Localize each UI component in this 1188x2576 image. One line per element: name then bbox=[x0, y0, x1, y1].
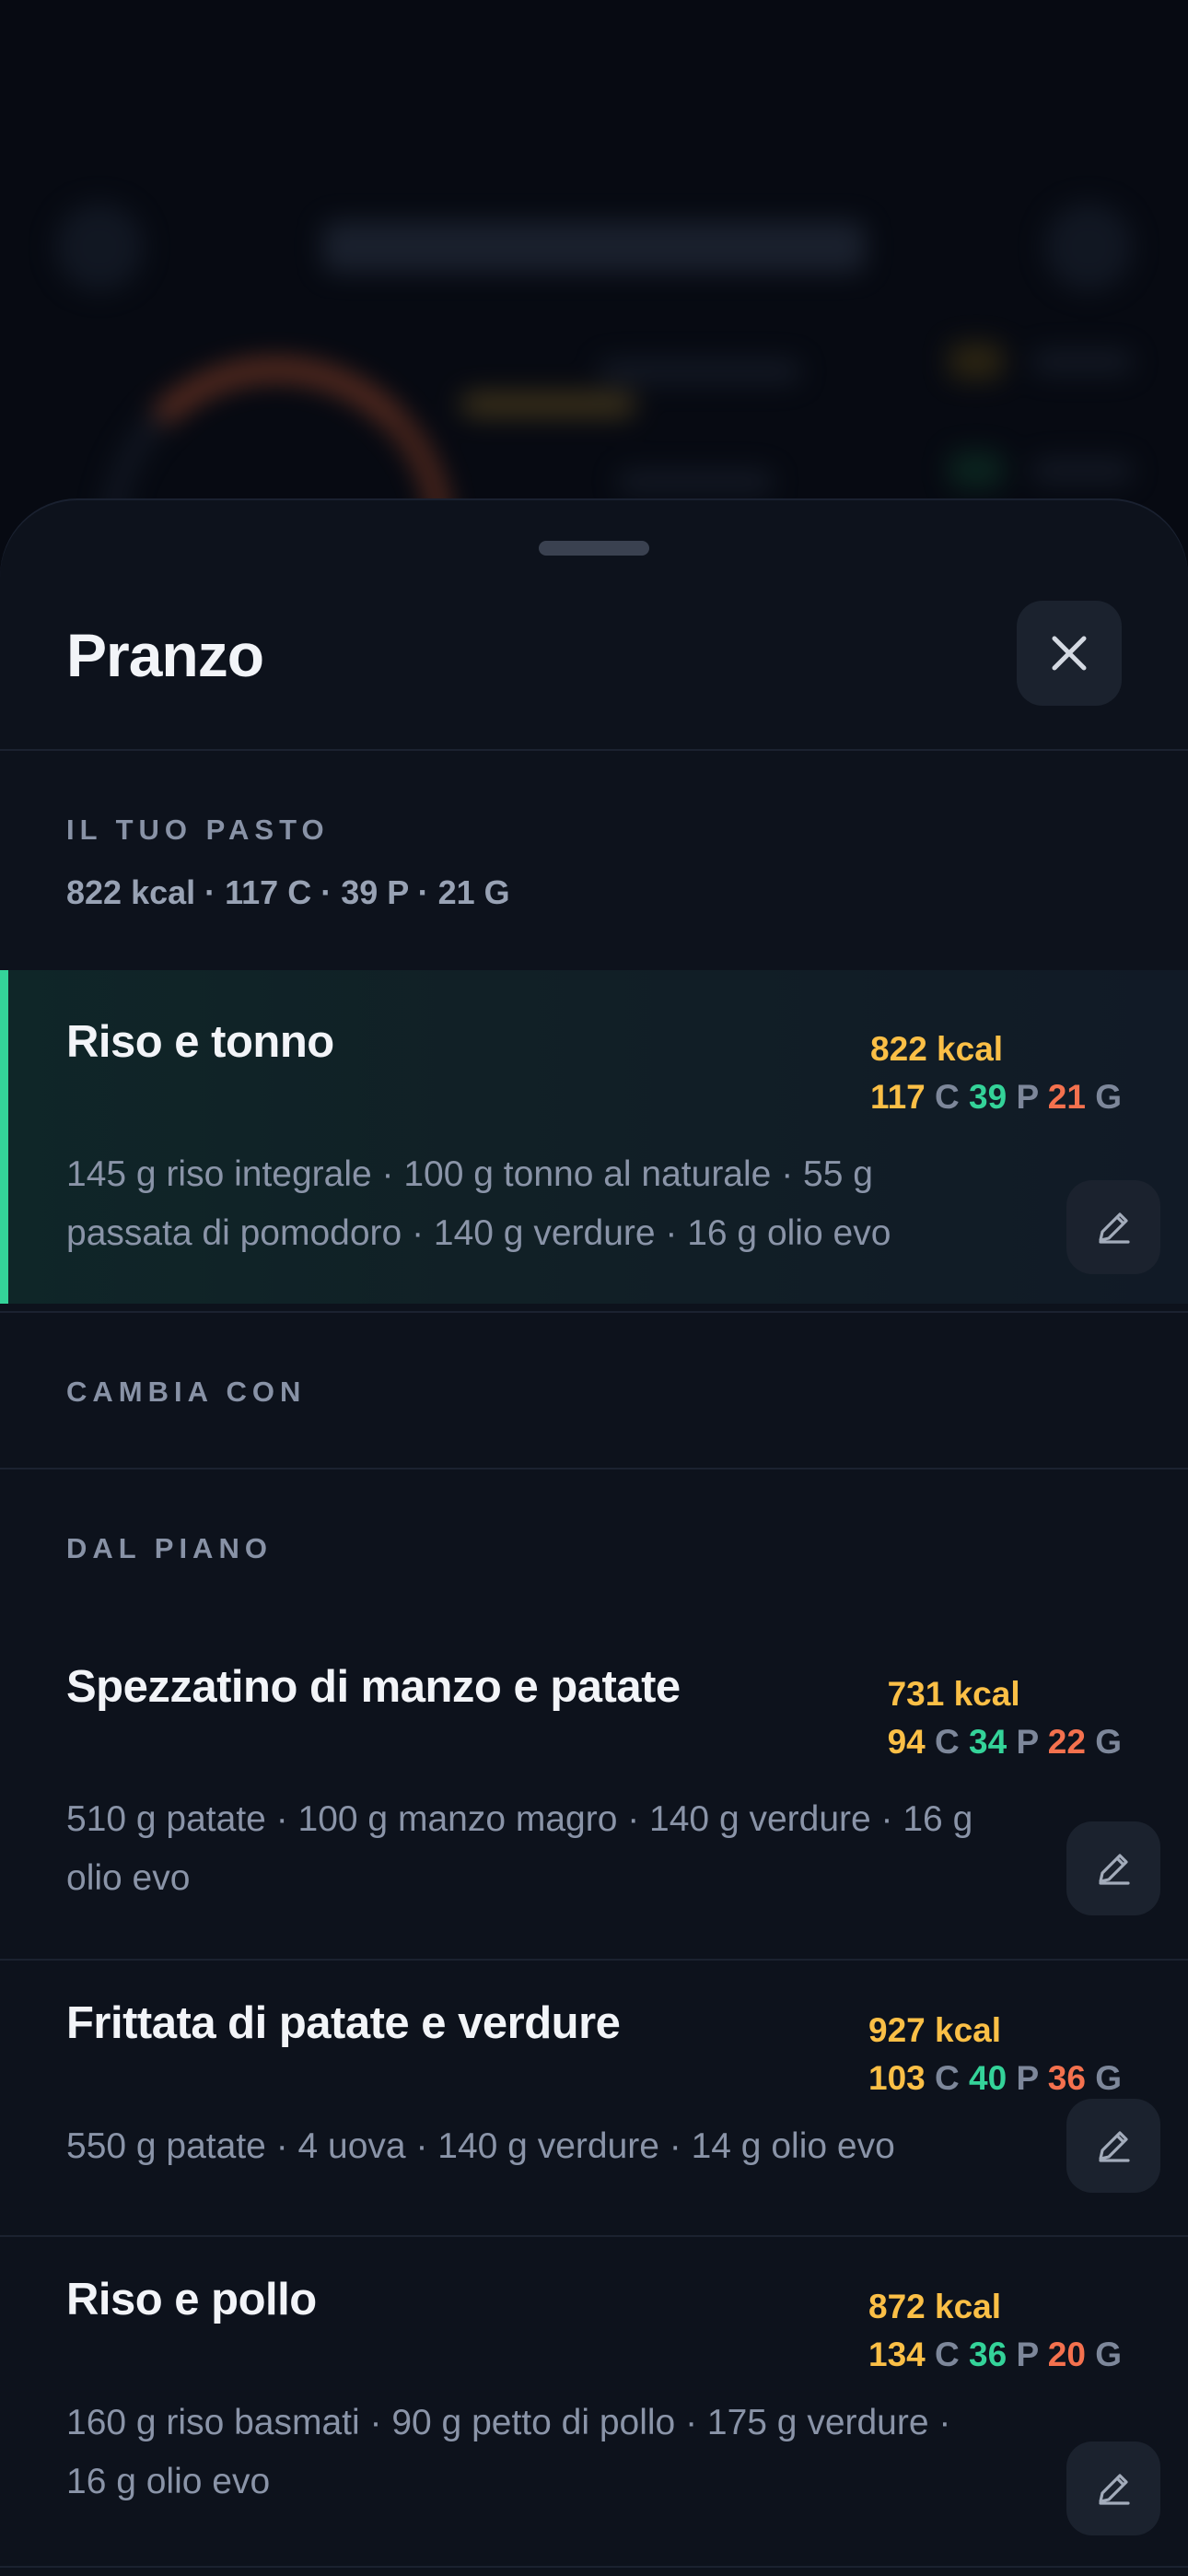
protein-unit: P bbox=[1016, 1078, 1039, 1116]
meal-swap-sheet: Pranzo IL TUO PASTO 822 kcal · 117 C · 3… bbox=[0, 500, 1188, 2576]
background-date-title bbox=[322, 221, 866, 273]
divider bbox=[0, 1468, 1188, 1469]
meal-name: Spezzatino di manzo e patate bbox=[66, 1662, 681, 1712]
carbs-unit: C bbox=[935, 2336, 960, 2373]
section-label-current: IL TUO PASTO bbox=[66, 814, 330, 846]
protein-value: 36 bbox=[969, 2336, 1007, 2373]
background-chip bbox=[949, 451, 1004, 488]
current-meal-summary: 822 kcal · 117 C · 39 P · 21 G bbox=[66, 873, 510, 911]
sheet-grabber[interactable] bbox=[539, 541, 649, 556]
carbs-value: 134 bbox=[868, 2336, 926, 2373]
pencil-icon bbox=[1099, 1854, 1130, 1885]
meal-kcal: 872 kcal bbox=[868, 2288, 1002, 2325]
meal-macros: 927 kcal 103 C 40 P 36 G bbox=[868, 2007, 1122, 2102]
divider bbox=[0, 749, 1188, 751]
meal-description: 510 g patate · 100 g manzo magro · 140 g… bbox=[66, 1799, 973, 1898]
fat-value: 36 bbox=[1047, 2059, 1086, 2097]
section-label-swap: CAMBIA CON bbox=[66, 1376, 307, 1408]
meal-description: 550 g patate · 4 uova · 140 g verdure · … bbox=[66, 2126, 895, 2166]
background-bar bbox=[1031, 459, 1133, 483]
meal-macros: 872 kcal 134 C 36 P 20 G bbox=[868, 2283, 1122, 2379]
carbs-value: 94 bbox=[887, 1723, 926, 1761]
close-icon bbox=[1052, 636, 1087, 671]
edit-meal-button[interactable] bbox=[1066, 1821, 1160, 1915]
carbs-unit: C bbox=[935, 2059, 960, 2097]
meal-kcal: 927 kcal bbox=[868, 2011, 1002, 2049]
edit-meal-button[interactable] bbox=[1066, 2099, 1160, 2193]
background-bar bbox=[599, 359, 801, 383]
carbs-unit: C bbox=[935, 1723, 960, 1761]
fat-unit: G bbox=[1095, 2059, 1122, 2097]
edit-meal-button[interactable] bbox=[1066, 2441, 1160, 2535]
close-button[interactable] bbox=[1017, 601, 1122, 706]
meal-description: 145 g riso integrale · 100 g tonno al na… bbox=[66, 1154, 891, 1253]
meal-name: Riso e pollo bbox=[66, 2275, 317, 2324]
fat-value: 21 bbox=[1047, 1078, 1086, 1116]
background-back-button bbox=[55, 203, 144, 291]
alternative-meal-card[interactable]: Spezzatino di manzo e patate 731 kcal 94… bbox=[0, 1624, 1188, 1961]
carbs-unit: C bbox=[935, 1078, 960, 1116]
background-bar bbox=[460, 392, 635, 416]
sheet-title: Pranzo bbox=[66, 621, 264, 689]
background-chip bbox=[949, 343, 1004, 380]
meal-kcal: 822 kcal bbox=[870, 1030, 1004, 1068]
pencil-icon bbox=[1099, 2131, 1130, 2162]
fat-value: 22 bbox=[1047, 1723, 1086, 1761]
meal-kcal: 731 kcal bbox=[887, 1675, 1020, 1713]
meal-name: Riso e tonno bbox=[66, 1017, 334, 1067]
protein-value: 39 bbox=[969, 1078, 1007, 1116]
carbs-value: 103 bbox=[868, 2059, 926, 2097]
meal-macros: 822 kcal 117 C 39 P 21 G bbox=[870, 1025, 1122, 1121]
meal-description: 160 g riso basmati · 90 g petto di pollo… bbox=[66, 2403, 951, 2501]
background-bar bbox=[1031, 350, 1133, 374]
meal-macros: 731 kcal 94 C 34 P 22 G bbox=[888, 1670, 1122, 1766]
alternative-meal-card[interactable]: Riso e pollo 872 kcal 134 C 36 P 20 G 16… bbox=[0, 2237, 1188, 2573]
carbs-value: 117 bbox=[870, 1078, 926, 1116]
protein-unit: P bbox=[1016, 2336, 1039, 2373]
divider bbox=[0, 2566, 1188, 2568]
current-meal-card[interactable]: Riso e tonno 822 kcal 117 C 39 P 21 G 14… bbox=[0, 970, 1188, 1304]
divider bbox=[0, 1311, 1188, 1313]
section-label-plan: DAL PIANO bbox=[66, 1532, 273, 1564]
protein-unit: P bbox=[1016, 1723, 1039, 1761]
protein-value: 34 bbox=[969, 1723, 1007, 1761]
pencil-icon bbox=[1099, 2474, 1130, 2505]
fat-unit: G bbox=[1095, 2336, 1122, 2373]
fat-unit: G bbox=[1095, 1078, 1122, 1116]
protein-unit: P bbox=[1016, 2059, 1039, 2097]
fat-value: 20 bbox=[1047, 2336, 1086, 2373]
current-meal-accent bbox=[0, 970, 8, 1304]
background-bar bbox=[617, 470, 774, 494]
edit-meal-button[interactable] bbox=[1066, 1180, 1160, 1274]
protein-value: 40 bbox=[969, 2059, 1007, 2097]
fat-unit: G bbox=[1095, 1723, 1122, 1761]
background-menu-button bbox=[1044, 203, 1133, 291]
meal-name: Frittata di patate e verdure bbox=[66, 1998, 621, 2048]
alternative-meal-card[interactable]: Frittata di patate e verdure 927 kcal 10… bbox=[0, 1961, 1188, 2237]
pencil-icon bbox=[1099, 1212, 1130, 1244]
